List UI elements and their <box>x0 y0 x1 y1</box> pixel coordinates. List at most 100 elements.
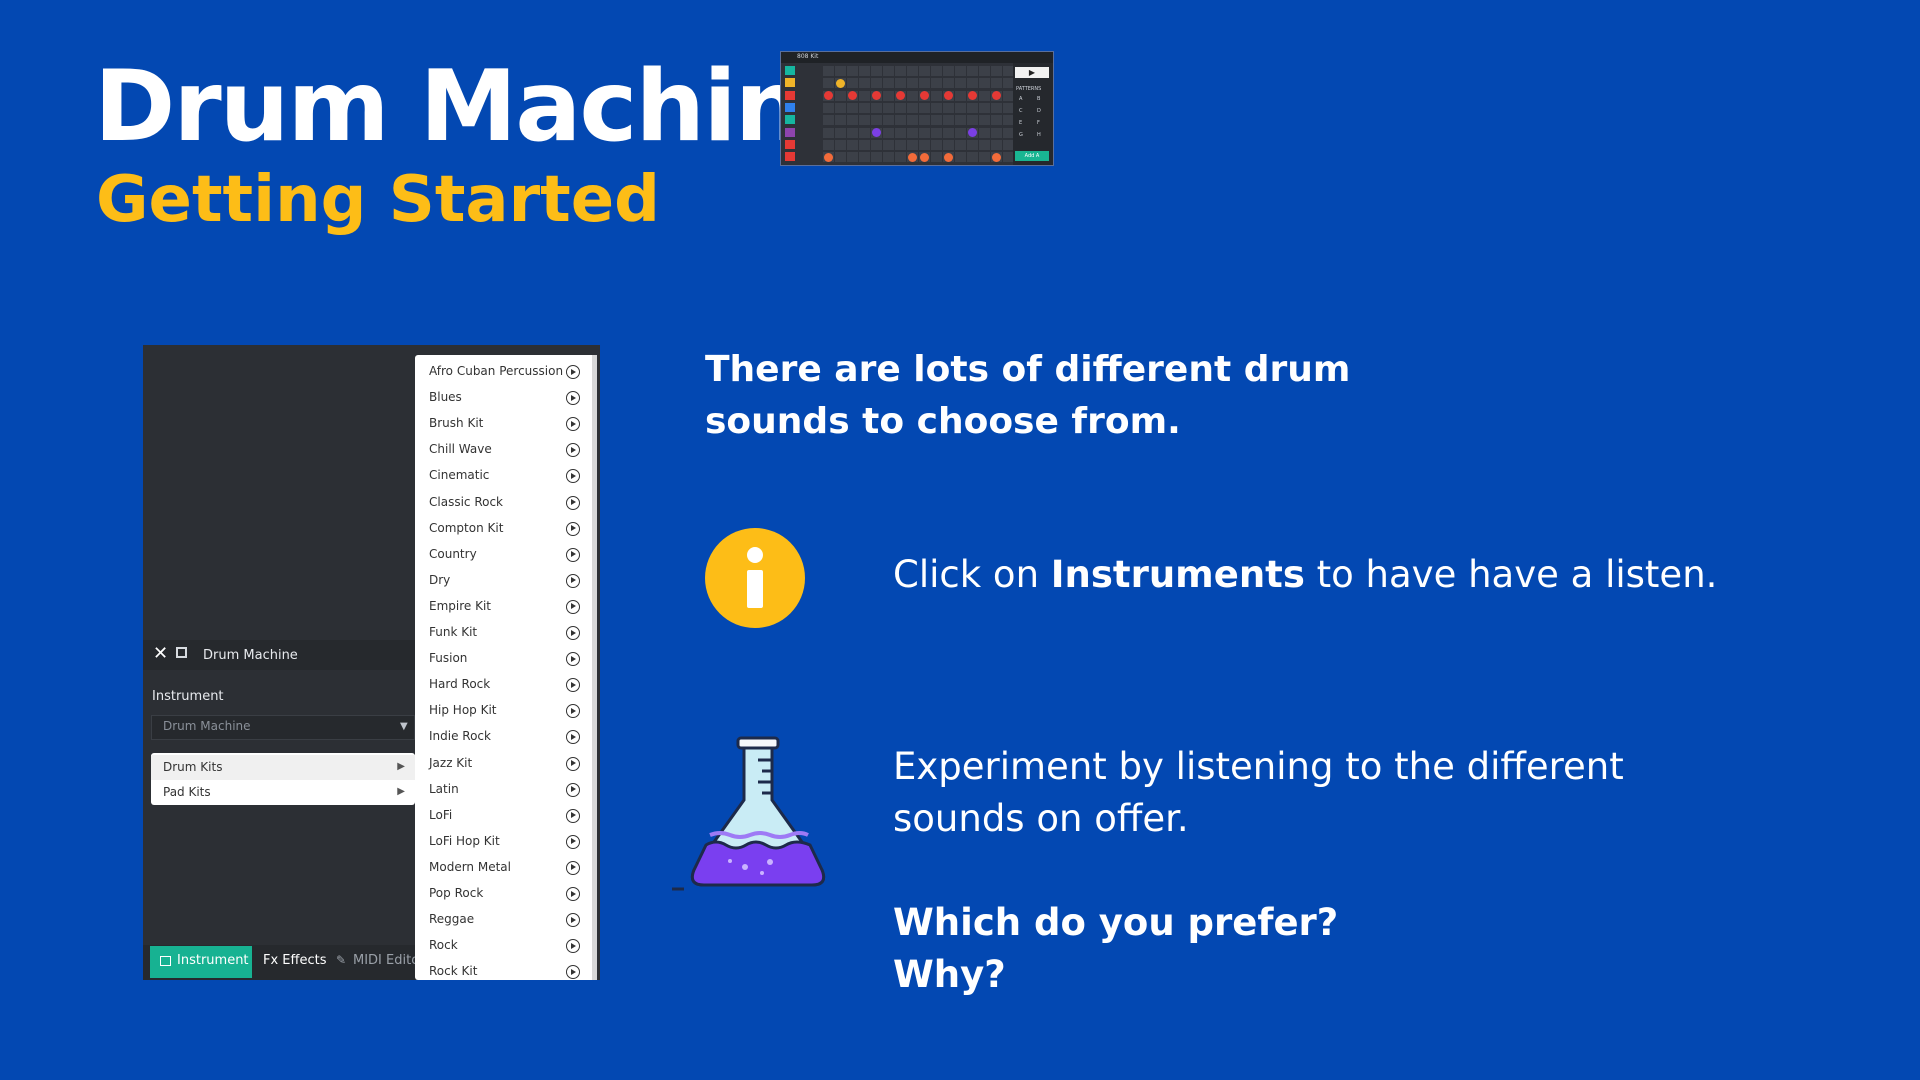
thumbnail-step <box>919 115 930 126</box>
kit-item[interactable]: Rock Kit <box>415 959 597 980</box>
kit-item[interactable]: Hard Rock <box>415 672 597 698</box>
play-circle-icon[interactable] <box>566 391 580 406</box>
pattern-g: G <box>1019 132 1023 138</box>
thumbnail-toolbar <box>781 52 1053 63</box>
play-circle-icon[interactable] <box>566 730 580 745</box>
thumbnail-step <box>895 115 906 126</box>
kit-item-label: Brush Kit <box>429 416 484 431</box>
play-circle-icon[interactable] <box>566 469 580 484</box>
kit-item-label: Hard Rock <box>429 677 491 692</box>
thumbnail-step <box>907 66 918 76</box>
kit-item[interactable]: Empire Kit <box>415 594 597 620</box>
dropdown-scrollbar[interactable] <box>592 355 597 980</box>
thumbnail-step <box>955 66 966 76</box>
kit-item[interactable]: Hip Hop Kit <box>415 698 597 724</box>
play-circle-icon[interactable] <box>566 652 580 667</box>
play-circle-icon[interactable] <box>566 365 580 379</box>
thumbnail-step <box>919 78 930 89</box>
play-circle-icon[interactable] <box>566 443 580 458</box>
click-instruction: Click on Instruments to have have a list… <box>893 553 1717 596</box>
play-circle-icon[interactable] <box>566 913 580 928</box>
page-title: Drum Machine <box>94 50 869 164</box>
thumbnail-step <box>955 90 966 101</box>
thumbnail-step <box>967 152 978 163</box>
play-circle-icon[interactable] <box>566 756 580 771</box>
thumbnail-step <box>955 78 966 89</box>
play-circle-icon[interactable] <box>566 626 580 640</box>
pencil-icon: ✎ <box>336 953 347 967</box>
kit-item[interactable]: Funk Kit <box>415 620 597 646</box>
thumbnail-step <box>991 78 1002 89</box>
chevron-right-icon: ▶ <box>397 761 405 772</box>
play-circle-icon[interactable] <box>566 573 580 588</box>
kit-item-label: Rock <box>429 938 458 953</box>
kit-item[interactable]: Reggae <box>415 907 597 933</box>
play-circle-icon[interactable] <box>566 887 580 901</box>
play-circle-icon[interactable] <box>566 834 580 849</box>
thumbnail-step <box>859 139 870 150</box>
kit-item[interactable]: LoFi <box>415 803 597 829</box>
kit-item[interactable]: Indie Rock <box>415 724 597 750</box>
kit-item[interactable]: Modern Metal <box>415 855 597 881</box>
thumbnail-step <box>823 127 834 138</box>
thumbnail-step <box>931 102 942 113</box>
kit-item-label: Blues <box>429 390 462 405</box>
kit-item-label: LoFi Hop Kit <box>429 833 500 848</box>
flask-icon <box>670 735 840 895</box>
tab-effects[interactable]: Fx Effects <box>263 953 327 968</box>
kit-item[interactable]: Blues <box>415 385 597 411</box>
play-circle-icon[interactable] <box>566 704 580 719</box>
thumbnail-step <box>859 127 870 138</box>
kit-item[interactable]: Pop Rock <box>415 881 597 907</box>
play-circle-icon[interactable] <box>566 860 580 875</box>
play-circle-icon[interactable] <box>566 782 580 797</box>
kit-item-label: Empire Kit <box>429 598 491 613</box>
thumbnail-step <box>955 139 966 150</box>
play-circle-icon[interactable] <box>566 495 580 510</box>
fullscreen-icon[interactable] <box>176 647 187 658</box>
submenu-item-pad-kits[interactable]: Pad Kits ▶ <box>151 780 415 805</box>
thumbnail-step <box>943 78 954 89</box>
kit-item-label: Indie Rock <box>429 729 491 744</box>
kit-item[interactable]: Compton Kit <box>415 516 597 542</box>
kit-item[interactable]: Rock <box>415 933 597 959</box>
thumbnail-step <box>895 102 906 113</box>
thumbnail-step <box>955 102 966 113</box>
play-circle-icon[interactable] <box>566 599 580 614</box>
kit-item-label: Cinematic <box>429 468 490 483</box>
play-circle-icon[interactable] <box>566 547 580 562</box>
tab-instrument-label[interactable]: Instrument <box>177 953 249 968</box>
kit-item[interactable]: Dry <box>415 568 597 594</box>
thumbnail-step <box>847 152 858 163</box>
submenu-item-drum-kits[interactable]: Drum Kits ▶ <box>151 755 415 780</box>
thumbnail-step <box>979 78 990 89</box>
play-circle-icon[interactable] <box>566 939 580 954</box>
kit-item[interactable]: Classic Rock <box>415 490 597 516</box>
play-circle-icon[interactable] <box>566 678 580 693</box>
thumbnail-step <box>859 152 870 163</box>
thumbnail-step <box>907 127 918 138</box>
thumbnail-track <box>785 78 821 88</box>
thumbnail-step <box>895 66 906 76</box>
kit-item[interactable]: Latin <box>415 777 597 803</box>
pattern-e: E <box>1019 120 1023 126</box>
play-circle-icon[interactable] <box>566 965 580 980</box>
kit-item-label: Latin <box>429 781 459 796</box>
thumbnail-step <box>883 78 894 89</box>
play-circle-icon[interactable] <box>566 521 580 536</box>
kit-item[interactable]: Chill Wave <box>415 437 597 463</box>
kit-item[interactable]: Country <box>415 542 597 568</box>
tab-midi-editor[interactable]: MIDI Editor <box>353 953 425 968</box>
kit-item[interactable]: Brush Kit <box>415 411 597 437</box>
thumbnail-step <box>835 139 846 150</box>
kit-item[interactable]: Fusion <box>415 646 597 672</box>
kit-item[interactable]: Cinematic <box>415 463 597 489</box>
play-circle-icon[interactable] <box>566 417 580 432</box>
thumbnail-step <box>931 115 942 126</box>
kit-item[interactable]: Jazz Kit <box>415 751 597 777</box>
kit-item[interactable]: LoFi Hop Kit <box>415 829 597 855</box>
kit-item[interactable]: Afro Cuban Percussion <box>415 359 597 385</box>
thumbnail-step <box>859 66 870 76</box>
play-circle-icon[interactable] <box>566 808 580 823</box>
close-icon[interactable]: ✕ <box>153 643 168 664</box>
